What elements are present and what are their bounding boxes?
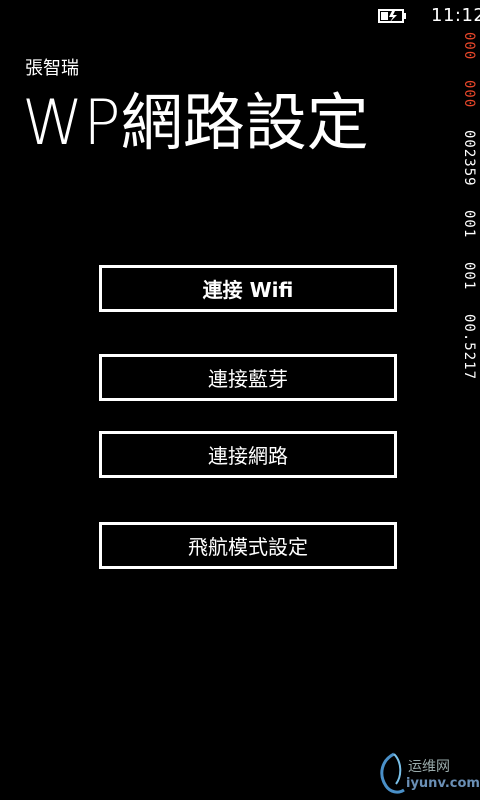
watermark: 运维网 iyunv.com	[372, 750, 480, 796]
app-name: 張智瑞	[25, 58, 79, 79]
connect-bluetooth-button[interactable]: 連接藍芽	[99, 354, 397, 401]
page-title: WP網路設定	[22, 86, 369, 159]
airplane-mode-settings-button[interactable]: 飛航模式設定	[99, 522, 397, 569]
counter-3: 002359	[461, 130, 477, 187]
frame-rate-counters: 000 000 002359 001 001 00.5217	[461, 32, 480, 402]
counter-4: 001	[461, 210, 477, 239]
watermark-text: 运维网	[408, 759, 450, 775]
counter-6: 00.5217	[461, 314, 477, 381]
counter-5: 001	[461, 262, 477, 291]
watermark-url: iyunv.com	[406, 776, 480, 791]
connect-wifi-button[interactable]: 連接 Wifi	[99, 265, 397, 312]
connect-network-button[interactable]: 連接網路	[99, 431, 397, 478]
counter-2: 000	[461, 80, 477, 109]
status-bar: 11:12	[0, 0, 480, 32]
counter-1: 000	[461, 32, 477, 61]
clock: 11:12	[431, 5, 480, 26]
battery-charging-icon	[378, 9, 406, 23]
